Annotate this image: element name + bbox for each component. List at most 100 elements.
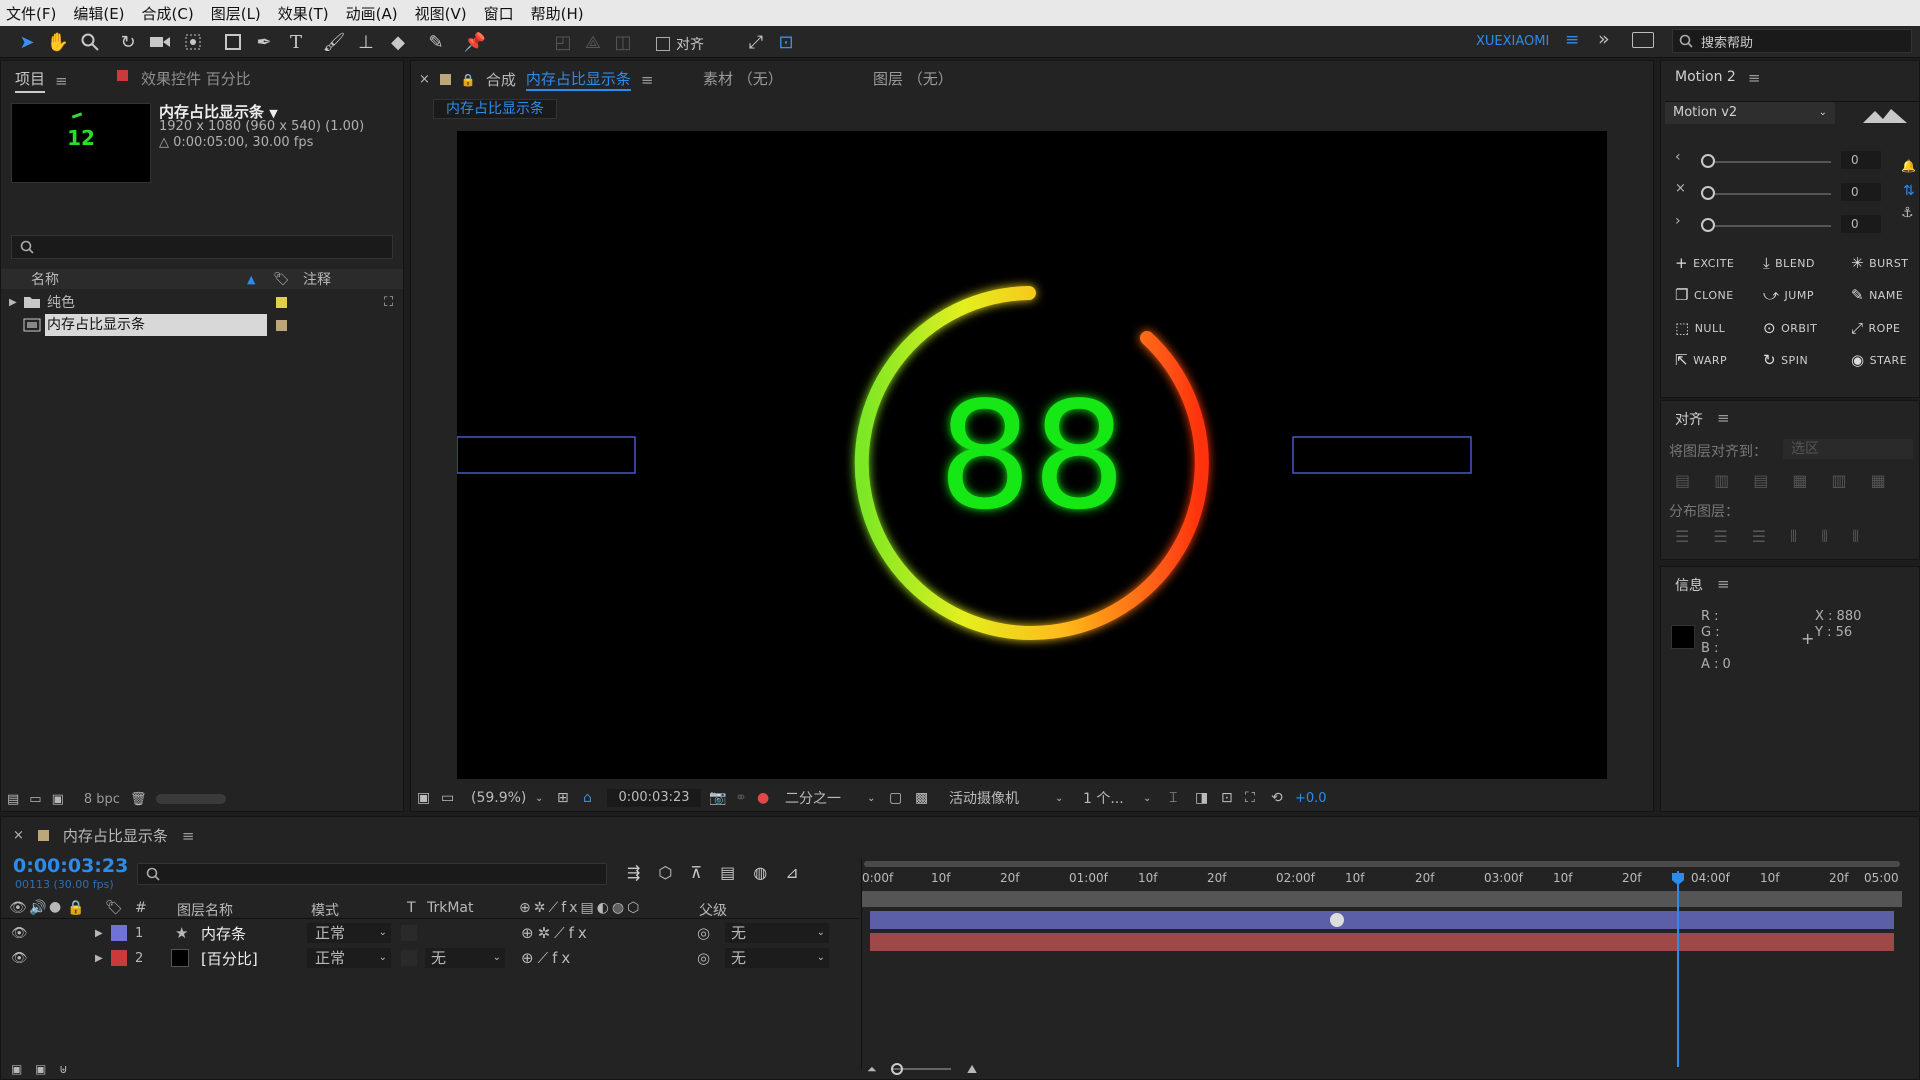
menu-animation[interactable]: 动画(A) [346, 3, 398, 24]
chevron-down-icon[interactable]: ⌄ [535, 793, 543, 804]
layer-row[interactable]: 👁 ▶ 2 [百分比] 正常 ⌄ 无 ⌄ ⊕⟋fx ◎ 无 ⌄ [1, 946, 859, 970]
burst-button[interactable]: ✳ BURST [1851, 254, 1909, 272]
help-search-input[interactable]: 搜索帮助 [1701, 32, 1753, 51]
align-vcenter-icon[interactable]: ▥ [1832, 471, 1847, 490]
tab-project[interactable]: 项目 [15, 68, 46, 93]
align-to-select[interactable]: 选区 [1783, 439, 1913, 459]
camera-tool-icon[interactable] [147, 29, 173, 55]
col-comment[interactable]: 注释 [303, 269, 331, 289]
ease-both-slider-handle[interactable] [1701, 186, 1715, 200]
menu-help[interactable]: 帮助(H) [531, 3, 584, 24]
eye-icon[interactable]: 👁 [11, 951, 28, 966]
transparency-grid-icon[interactable]: ▩ [915, 790, 928, 806]
always-preview-icon[interactable]: ▣ [417, 790, 430, 806]
more-workspaces-icon[interactable]: » [1598, 28, 1610, 50]
ease-both-value[interactable]: 0 [1841, 183, 1881, 201]
view-axis-icon[interactable]: ◫ [610, 29, 636, 55]
stare-button[interactable]: ◉ STARE [1851, 351, 1907, 369]
pickwhip-icon[interactable]: ◎ [697, 924, 710, 942]
parent-select[interactable]: 无 ⌄ [725, 948, 829, 968]
clone-stamp-tool-icon[interactable]: ⊥ [353, 29, 379, 55]
motion-version-select[interactable]: Motion v2 ⌄ [1665, 102, 1835, 124]
layer-label-swatch[interactable] [111, 925, 127, 941]
toggle-modes-icon[interactable]: ▣ [35, 1062, 46, 1076]
layer-bar-2[interactable] [870, 933, 1894, 951]
spin-button[interactable]: ↻ SPIN [1763, 351, 1808, 369]
ease-in-slider-handle[interactable] [1701, 154, 1715, 168]
mask-visibility-icon[interactable]: ⌂ [583, 790, 592, 806]
rope-button[interactable]: ⤢ ROPE [1851, 319, 1900, 337]
expand-arrow-icon[interactable]: ▶ [95, 928, 103, 939]
puppet-pin-tool-icon[interactable]: 📌 [462, 29, 488, 55]
selection-tool-icon[interactable]: ➤ [14, 29, 40, 55]
fit-frame-icon[interactable]: ⊞ [557, 790, 569, 806]
region-of-interest-icon[interactable]: ▢ [889, 790, 902, 806]
motion-blur-icon[interactable]: ◍ [753, 863, 767, 882]
align-right-icon[interactable]: ▤ [1753, 471, 1768, 490]
snapshot-camera-icon[interactable]: 📷 [709, 790, 726, 806]
roto-brush-tool-icon[interactable]: ✎ [423, 29, 449, 55]
distribute-right-icon[interactable]: ⦀ [1852, 527, 1859, 547]
col-name[interactable]: 名称 [31, 269, 59, 289]
anchor-icon[interactable]: ⚓ [1901, 205, 1914, 221]
align-hcenter-icon[interactable]: ▥ [1714, 471, 1729, 490]
time-ruler[interactable]: 0:00f 10f 20f 01:00f 10f 20f 02:00f 10f 20f 03:00… [862, 869, 1899, 889]
toggle-pixel-aspect-icon[interactable]: ⌶ [1169, 790, 1177, 806]
align-top-icon[interactable]: ▦ [1792, 471, 1807, 490]
workspace-menu-icon[interactable]: ≡ [1565, 30, 1579, 50]
sort-ascending-icon[interactable]: ▲ [247, 273, 255, 286]
ease-out-value[interactable]: 0 [1841, 215, 1881, 233]
sync-settings-icon[interactable] [1632, 32, 1654, 48]
pan-behind-tool-icon[interactable] [180, 29, 206, 55]
layer-mode-select[interactable]: 正常 ⌄ [307, 948, 391, 968]
align-checkbox[interactable] [656, 37, 670, 51]
menu-layer[interactable]: 图层(L) [211, 3, 261, 24]
layer-name[interactable]: 内存条 [201, 923, 246, 944]
comp-panel-menu-icon[interactable]: ≡ [641, 71, 654, 89]
menu-edit[interactable]: 编辑(E) [73, 3, 124, 24]
tab-layer[interactable]: 图层 （无） [873, 68, 953, 89]
hand-tool-icon[interactable]: ✋ [45, 29, 71, 55]
ease-out-slider-track[interactable] [1707, 225, 1831, 227]
tab-effect-controls[interactable]: 效果控件 百分比 [141, 68, 251, 89]
project-search-input[interactable] [11, 235, 393, 259]
current-time-display[interactable]: 0:00:03:23 [607, 789, 701, 807]
distribute-hcenter-icon[interactable]: ⦀ [1821, 527, 1828, 547]
null-button[interactable]: ⬚ NULL [1675, 319, 1725, 337]
layer-bar-1[interactable] [870, 911, 1894, 929]
reset-exposure-icon[interactable]: ⟲ [1271, 790, 1283, 806]
col-trkmat[interactable]: TrkMat [427, 900, 474, 916]
excite-button[interactable]: + EXCITE [1675, 254, 1734, 272]
magnification-dropdown[interactable]: (59.9%) [471, 790, 526, 806]
name-button[interactable]: ✎ NAME [1851, 286, 1903, 304]
zoom-in-icon[interactable]: ⛰ [967, 1062, 977, 1077]
comp-breadcrumb[interactable]: 内存占比显示条 [433, 99, 557, 119]
zoom-slider-handle[interactable] [891, 1063, 903, 1075]
local-axis-icon[interactable]: ◰ [550, 29, 576, 55]
views-dropdown[interactable]: 1 个... [1083, 788, 1124, 808]
layer-name[interactable]: [百分比] [201, 948, 258, 969]
timeline-timecode[interactable]: 0:00:03:23 [13, 855, 128, 877]
frame-blending-icon[interactable]: ▤ [720, 863, 735, 882]
switches-icons[interactable]: ⊕✲⟋fx▤◐◍⬡ [519, 900, 642, 916]
chevron-down-icon[interactable]: ⌄ [1143, 793, 1151, 804]
show-snapshot-icon[interactable]: ⚭ [735, 790, 747, 806]
zoom-tool-icon[interactable] [77, 29, 103, 55]
pickwhip-icon[interactable]: ◎ [697, 949, 710, 967]
col-layer-name[interactable]: 图层名称 [177, 900, 233, 920]
timeline-search-input[interactable] [137, 863, 607, 885]
composition-canvas[interactable]: 88 [456, 131, 1607, 779]
type-tool-icon[interactable]: T [283, 29, 309, 55]
layer-mode-select[interactable]: 正常 ⌄ [307, 923, 391, 943]
composition-tab[interactable]: × 🔒 合成 内存占比显示条 ≡ [419, 68, 653, 91]
preserve-transparency-checkbox[interactable] [401, 950, 417, 966]
info-menu-icon[interactable]: ≡ [1717, 575, 1730, 595]
mountain-icon[interactable] [1861, 105, 1909, 125]
distribute-bottom-icon[interactable]: ☰ [1752, 527, 1766, 547]
layer-label-swatch[interactable] [111, 950, 127, 966]
timeline-menu-icon[interactable]: ≡ [182, 827, 195, 845]
blend-button[interactable]: ⤓ BLEND [1763, 254, 1815, 272]
parent-select[interactable]: 无 ⌄ [725, 923, 829, 943]
menu-composition[interactable]: 合成(C) [142, 3, 194, 24]
thumbnail-size-slider[interactable] [156, 794, 227, 804]
